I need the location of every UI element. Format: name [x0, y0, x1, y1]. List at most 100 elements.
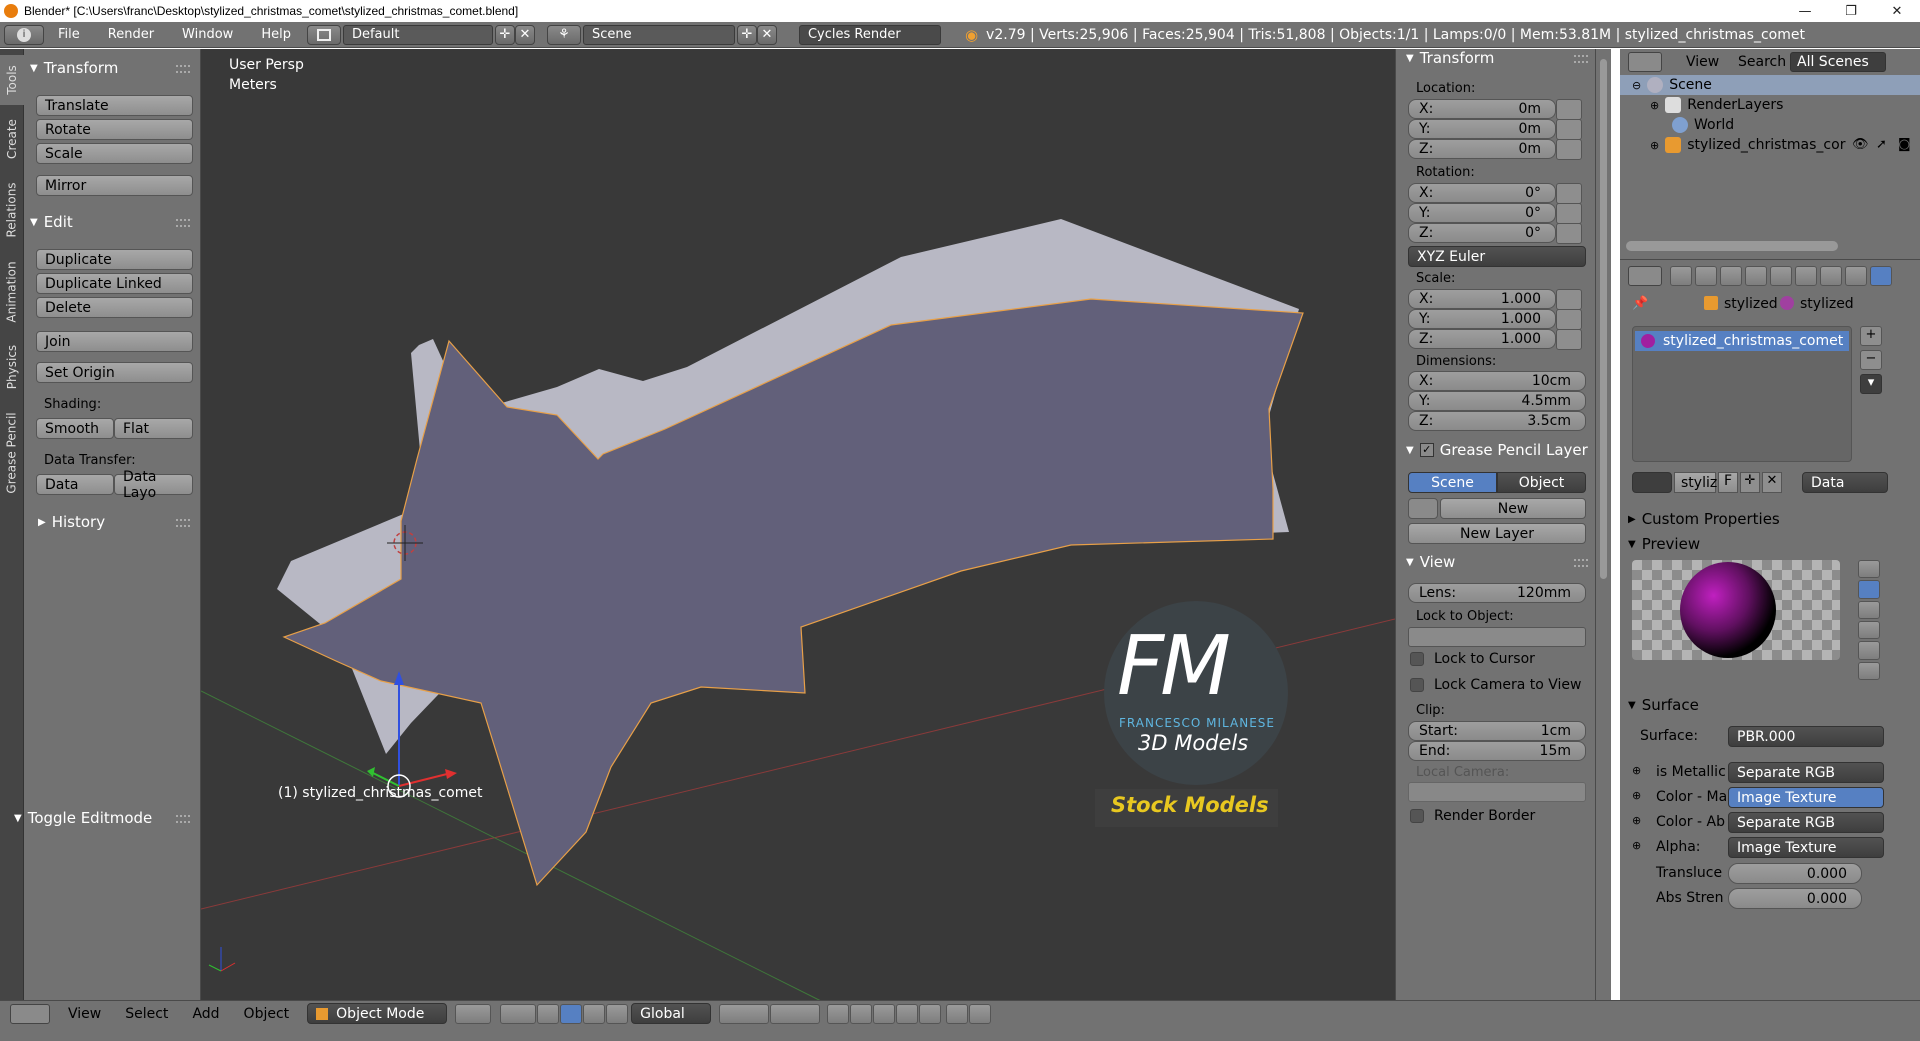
outliner-object[interactable]: ⊕ stylized_christmas_cor	[1650, 137, 1845, 153]
preview-sphere-icon[interactable]	[1858, 580, 1880, 599]
lock-object-field[interactable]	[1408, 627, 1586, 647]
location-y-field[interactable]: Y: 0m	[1408, 119, 1556, 139]
preview-flat-icon[interactable]	[1858, 560, 1880, 579]
outliner-editor-icon[interactable]	[1628, 52, 1662, 72]
lock-icon[interactable]	[1556, 183, 1582, 204]
menu-object[interactable]: Object	[232, 1006, 302, 1022]
screen-layout-icon[interactable]	[306, 24, 341, 45]
gp-new-layer-button[interactable]: New Layer	[1408, 523, 1586, 544]
lock-icon[interactable]	[1556, 309, 1582, 330]
translucent-slider[interactable]: 0.000	[1728, 863, 1862, 884]
lock-icon[interactable]	[1556, 139, 1582, 160]
layer-lock-icon[interactable]	[827, 1003, 850, 1024]
clip-start-field[interactable]: Start: 1cm	[1408, 721, 1586, 741]
pencil-icon[interactable]	[1408, 498, 1438, 519]
close-button[interactable]: ✕	[1874, 0, 1920, 22]
outliner-scene[interactable]: ⊖ Scene	[1632, 77, 1712, 93]
proportional-edit-icon[interactable]	[850, 1003, 873, 1024]
material-tab-icon[interactable]	[1870, 266, 1892, 286]
snap-target-icon[interactable]	[896, 1003, 919, 1024]
surface-header[interactable]: ▼ Surface	[1628, 696, 1699, 714]
world-tab-icon[interactable]	[1745, 266, 1767, 286]
remove-scene-icon[interactable]: ✕	[756, 24, 777, 45]
scale-button[interactable]: Scale	[36, 143, 193, 164]
material-slot-item[interactable]: stylized_christmas_comet	[1635, 331, 1849, 351]
orientation-select[interactable]: Global	[631, 1003, 712, 1024]
object-tab-icon[interactable]	[1770, 266, 1792, 286]
lock-camera-checkbox[interactable]	[1410, 678, 1424, 692]
join-button[interactable]: Join	[36, 331, 193, 352]
material-name-field[interactable]: styliz	[1674, 472, 1717, 493]
tab-create[interactable]: Create	[0, 109, 24, 169]
surface-shader-select[interactable]: PBR.000	[1728, 726, 1884, 747]
location-x-field[interactable]: X: 0m	[1408, 99, 1556, 119]
snap-element-icon[interactable]	[919, 1003, 942, 1024]
menu-select[interactable]: Select	[113, 1006, 180, 1022]
tab-physics[interactable]: Physics	[0, 337, 24, 397]
lens-field[interactable]: Lens: 120mm	[1408, 583, 1586, 603]
gp-checkbox[interactable]: ✓	[1419, 443, 1434, 457]
mirror-button[interactable]: Mirror	[36, 175, 193, 196]
snap-icon[interactable]	[873, 1003, 896, 1024]
scale-x-field[interactable]: X: 1.000	[1408, 289, 1556, 309]
rotation-mode-select[interactable]: XYZ Euler	[1408, 246, 1586, 267]
eye-icon[interactable]: 👁	[1852, 137, 1869, 152]
duplicate-button[interactable]: Duplicate	[36, 249, 193, 270]
lock-icon[interactable]	[1556, 289, 1582, 310]
material-link-select[interactable]: Data	[1802, 472, 1888, 493]
scene-field[interactable]: Scene	[582, 24, 735, 45]
duplicate-linked-button[interactable]: Duplicate Linked	[36, 273, 193, 294]
properties-editor-icon[interactable]	[1628, 266, 1662, 286]
editor-type-button[interactable]: i	[4, 24, 44, 45]
add-scene-icon[interactable]: ✛	[736, 24, 757, 45]
data-button[interactable]: Data	[36, 474, 114, 495]
pivot-icon[interactable]	[500, 1003, 537, 1024]
add-slot-icon[interactable]: +	[1860, 326, 1882, 346]
translate-manipulator-icon[interactable]	[560, 1003, 583, 1024]
outliner-view-menu[interactable]: View	[1686, 54, 1719, 70]
lock-icon[interactable]	[1556, 203, 1582, 224]
gp-new-button[interactable]: New	[1440, 498, 1586, 519]
view-panel-header[interactable]: ▼ View	[1406, 553, 1455, 571]
outliner-world[interactable]: World	[1672, 117, 1734, 133]
delete-button[interactable]: Delete	[36, 297, 193, 318]
translate-button[interactable]: Translate	[36, 95, 193, 116]
mode-select[interactable]: Object Mode	[307, 1003, 448, 1024]
local-camera-field[interactable]	[1408, 782, 1586, 802]
abs-strength-slider[interactable]: 0.000	[1728, 888, 1862, 909]
rotate-manipulator-icon[interactable]	[583, 1003, 606, 1024]
lock-icon[interactable]	[1556, 119, 1582, 140]
lock-icon[interactable]	[1556, 223, 1582, 244]
remove-screen-icon[interactable]: ✕	[514, 24, 535, 45]
scene-tab-icon[interactable]	[1720, 266, 1742, 286]
camera-icon[interactable]: ◙	[1898, 137, 1911, 152]
new-material-icon[interactable]: ✛	[1740, 472, 1760, 493]
edit-panel-header[interactable]: ▼ Edit	[30, 213, 73, 231]
layers-grid-b[interactable]	[770, 1003, 821, 1024]
unlink-material-icon[interactable]: ✕	[1762, 472, 1782, 493]
constraints-tab-icon[interactable]	[1795, 266, 1817, 286]
socket-input-select[interactable]: Image Texture	[1728, 787, 1884, 808]
preview-header[interactable]: ▼ Preview	[1628, 535, 1700, 553]
custom-properties-header[interactable]: ▶ Custom Properties	[1628, 510, 1780, 528]
rotation-y-field[interactable]: Y: 0°	[1408, 203, 1556, 223]
tab-relations[interactable]: Relations	[0, 173, 24, 247]
menu-help[interactable]: Help	[247, 27, 305, 42]
layers-grid-a[interactable]	[719, 1003, 770, 1024]
preview-world-icon[interactable]	[1858, 661, 1880, 680]
smooth-button[interactable]: Smooth	[36, 418, 114, 439]
rotation-x-field[interactable]: X: 0°	[1408, 183, 1556, 203]
socket-input-select[interactable]: Image Texture	[1728, 837, 1884, 858]
data-layout-button[interactable]: Data Layo	[114, 469, 193, 501]
rotate-button[interactable]: Rotate	[36, 119, 193, 140]
history-panel-header[interactable]: ▶ History	[38, 513, 105, 531]
clip-end-field[interactable]: End: 15m	[1408, 741, 1586, 761]
lock-cursor-checkbox[interactable]	[1410, 652, 1424, 666]
tab-tools[interactable]: Tools	[0, 55, 24, 105]
menu-render[interactable]: Render	[94, 27, 168, 42]
transform-panel-header[interactable]: ▼ Transform	[30, 59, 118, 77]
render-tab-icon[interactable]	[1670, 266, 1692, 286]
scale-manipulator-icon[interactable]	[606, 1003, 629, 1024]
manipulator-toggle-icon[interactable]	[537, 1003, 560, 1024]
menu-add[interactable]: Add	[180, 1006, 231, 1022]
